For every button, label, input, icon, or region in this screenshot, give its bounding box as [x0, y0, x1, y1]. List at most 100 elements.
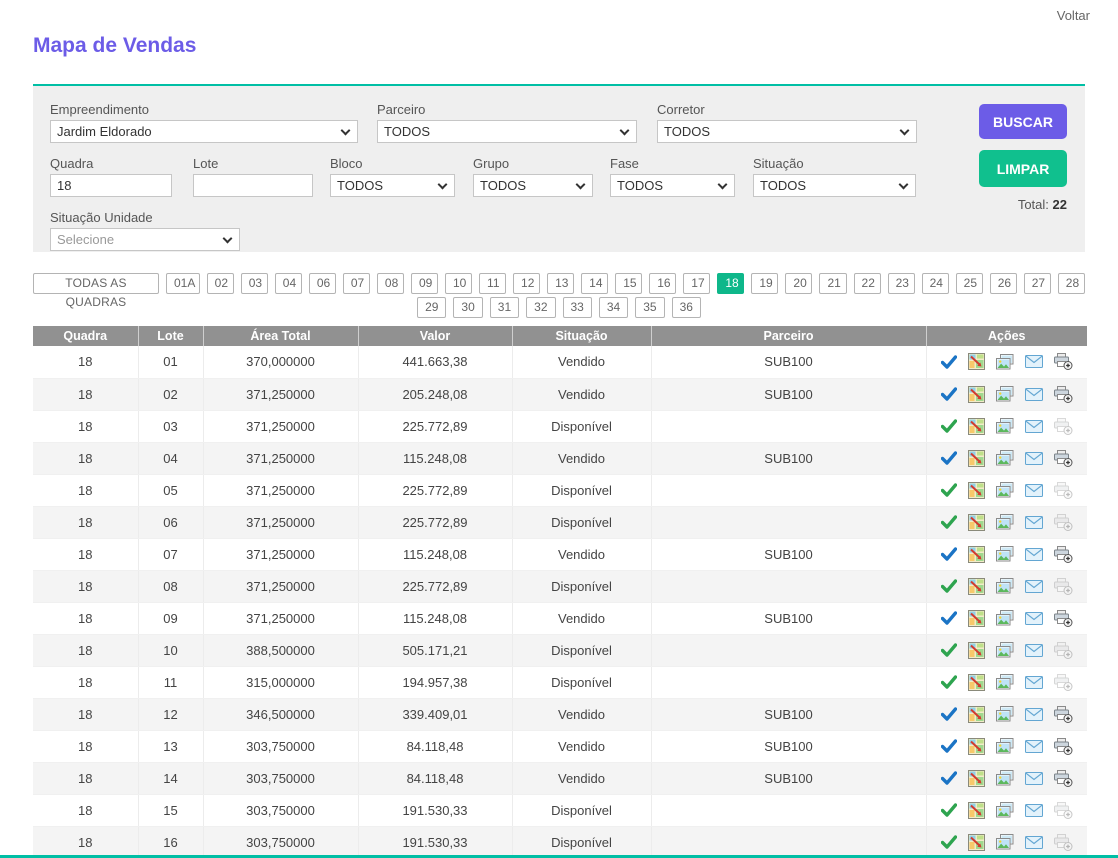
- photos-icon[interactable]: [996, 706, 1014, 722]
- quadra-button-12[interactable]: 12: [513, 273, 540, 294]
- map-icon[interactable]: [968, 610, 985, 627]
- check-icon[interactable]: [941, 803, 957, 817]
- map-icon[interactable]: [968, 834, 985, 851]
- bloco-select[interactable]: TODOS: [330, 174, 455, 197]
- quadra-input[interactable]: [50, 174, 172, 197]
- quadra-button-26[interactable]: 26: [990, 273, 1017, 294]
- quadra-button-24[interactable]: 24: [922, 273, 949, 294]
- mail-icon[interactable]: [1025, 452, 1043, 465]
- mail-icon[interactable]: [1025, 516, 1043, 529]
- mail-icon[interactable]: [1025, 548, 1043, 561]
- print-add-icon[interactable]: [1054, 738, 1073, 755]
- quadra-button-14[interactable]: 14: [581, 273, 608, 294]
- quadra-button-35[interactable]: 35: [635, 297, 664, 318]
- check-icon[interactable]: [941, 515, 957, 529]
- quadra-button-15[interactable]: 15: [615, 273, 642, 294]
- quadra-button-36[interactable]: 36: [672, 297, 701, 318]
- limpar-button[interactable]: LIMPAR: [979, 150, 1067, 187]
- quadra-button-19[interactable]: 19: [751, 273, 778, 294]
- check-icon[interactable]: [941, 355, 957, 369]
- check-icon[interactable]: [941, 675, 957, 689]
- photos-icon[interactable]: [996, 738, 1014, 754]
- parceiro-select[interactable]: TODOS: [377, 120, 637, 143]
- map-icon[interactable]: [968, 674, 985, 691]
- photos-icon[interactable]: [996, 482, 1014, 498]
- corretor-select[interactable]: TODOS: [657, 120, 917, 143]
- quadra-button-02[interactable]: 02: [207, 273, 234, 294]
- quadra-button-01A[interactable]: 01A: [166, 273, 200, 294]
- map-icon[interactable]: [968, 578, 985, 595]
- map-icon[interactable]: [968, 353, 985, 370]
- mail-icon[interactable]: [1025, 420, 1043, 433]
- mail-icon[interactable]: [1025, 355, 1043, 368]
- photos-icon[interactable]: [996, 418, 1014, 434]
- map-icon[interactable]: [968, 514, 985, 531]
- mail-icon[interactable]: [1025, 804, 1043, 817]
- mail-icon[interactable]: [1025, 580, 1043, 593]
- quadra-button-30[interactable]: 30: [453, 297, 482, 318]
- situacao-select[interactable]: TODOS: [753, 174, 916, 197]
- photos-icon[interactable]: [996, 610, 1014, 626]
- map-icon[interactable]: [968, 642, 985, 659]
- quadra-button-20[interactable]: 20: [785, 273, 812, 294]
- quadra-button-10[interactable]: 10: [445, 273, 472, 294]
- map-icon[interactable]: [968, 770, 985, 787]
- quadra-button-03[interactable]: 03: [241, 273, 268, 294]
- print-add-icon[interactable]: [1054, 353, 1073, 370]
- print-add-icon[interactable]: [1054, 706, 1073, 723]
- mail-icon[interactable]: [1025, 484, 1043, 497]
- check-icon[interactable]: [941, 835, 957, 849]
- photos-icon[interactable]: [996, 514, 1014, 530]
- map-icon[interactable]: [968, 738, 985, 755]
- situacao-unidade-select[interactable]: Selecione: [50, 228, 240, 251]
- quadra-button-09[interactable]: 09: [411, 273, 438, 294]
- mail-icon[interactable]: [1025, 772, 1043, 785]
- quadra-button-13[interactable]: 13: [547, 273, 574, 294]
- print-add-icon[interactable]: [1054, 450, 1073, 467]
- map-icon[interactable]: [968, 706, 985, 723]
- check-icon[interactable]: [941, 387, 957, 401]
- check-icon[interactable]: [941, 707, 957, 721]
- quadra-button-21[interactable]: 21: [819, 273, 846, 294]
- mail-icon[interactable]: [1025, 676, 1043, 689]
- mail-icon[interactable]: [1025, 612, 1043, 625]
- check-icon[interactable]: [941, 451, 957, 465]
- fase-select[interactable]: TODOS: [610, 174, 735, 197]
- map-icon[interactable]: [968, 482, 985, 499]
- map-icon[interactable]: [968, 386, 985, 403]
- photos-icon[interactable]: [996, 674, 1014, 690]
- empreendimento-select[interactable]: Jardim Eldorado: [50, 120, 358, 143]
- mail-icon[interactable]: [1025, 708, 1043, 721]
- mail-icon[interactable]: [1025, 644, 1043, 657]
- check-icon[interactable]: [941, 611, 957, 625]
- mail-icon[interactable]: [1025, 836, 1043, 849]
- quadra-button-17[interactable]: 17: [683, 273, 710, 294]
- buscar-button[interactable]: BUSCAR: [979, 104, 1067, 139]
- photos-icon[interactable]: [996, 578, 1014, 594]
- map-icon[interactable]: [968, 802, 985, 819]
- quadra-button-16[interactable]: 16: [649, 273, 676, 294]
- quadra-button-27[interactable]: 27: [1024, 273, 1051, 294]
- quadra-button-32[interactable]: 32: [526, 297, 555, 318]
- quadra-button-08[interactable]: 08: [377, 273, 404, 294]
- photos-icon[interactable]: [996, 354, 1014, 370]
- quadra-button-28[interactable]: 28: [1058, 273, 1085, 294]
- photos-icon[interactable]: [996, 770, 1014, 786]
- quadra-button-31[interactable]: 31: [490, 297, 519, 318]
- photos-icon[interactable]: [996, 450, 1014, 466]
- check-icon[interactable]: [941, 547, 957, 561]
- check-icon[interactable]: [941, 419, 957, 433]
- map-icon[interactable]: [968, 450, 985, 467]
- quadra-button-07[interactable]: 07: [343, 273, 370, 294]
- check-icon[interactable]: [941, 579, 957, 593]
- quadra-button-all[interactable]: TODAS AS QUADRAS: [33, 273, 159, 294]
- print-add-icon[interactable]: [1054, 546, 1073, 563]
- voltar-link[interactable]: Voltar: [1057, 8, 1090, 23]
- map-icon[interactable]: [968, 546, 985, 563]
- quadra-button-34[interactable]: 34: [599, 297, 628, 318]
- photos-icon[interactable]: [996, 642, 1014, 658]
- mail-icon[interactable]: [1025, 740, 1043, 753]
- quadra-button-22[interactable]: 22: [854, 273, 881, 294]
- quadra-button-04[interactable]: 04: [275, 273, 302, 294]
- check-icon[interactable]: [941, 483, 957, 497]
